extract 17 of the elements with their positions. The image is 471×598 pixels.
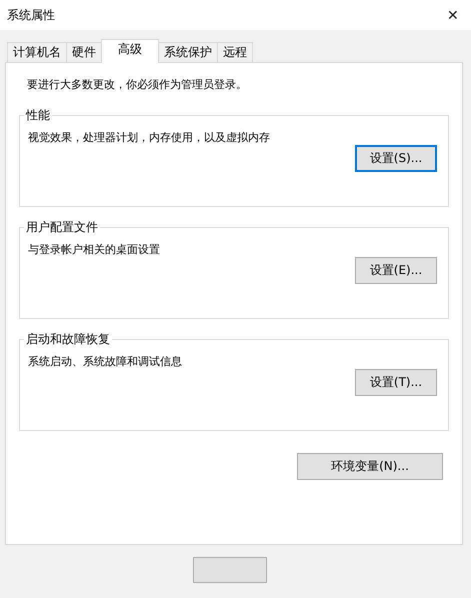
environment-variables-button[interactable]: 环境变量(N)... (297, 453, 443, 480)
tab[interactable]: 计算机名 (7, 42, 67, 62)
settings-button[interactable]: 设置(T)... (355, 369, 437, 396)
group-title: 启动和故障恢复 (25, 331, 111, 348)
notice-text: 要进行大多数更改，你必须作为管理员登录。 (27, 77, 248, 92)
group-title: 用户配置文件 (25, 219, 99, 236)
tab[interactable]: 远程 (217, 42, 253, 62)
group-description: 与登录帐户相关的桌面设置 (28, 242, 161, 257)
group-description: 系统启动、系统故障和调试信息 (28, 354, 183, 369)
tab[interactable]: 高级 (101, 39, 159, 63)
settings-button[interactable]: 设置(S)... (355, 145, 437, 172)
group-description: 视觉效果，处理器计划，内存使用，以及虚拟内存 (28, 130, 271, 145)
close-button[interactable]: ✕ (435, 0, 471, 30)
group-title: 性能 (24, 107, 51, 124)
settings-button[interactable]: 设置(E)... (355, 257, 437, 284)
dialog-button[interactable] (193, 557, 267, 583)
window-title: 系统属性 (7, 6, 55, 24)
